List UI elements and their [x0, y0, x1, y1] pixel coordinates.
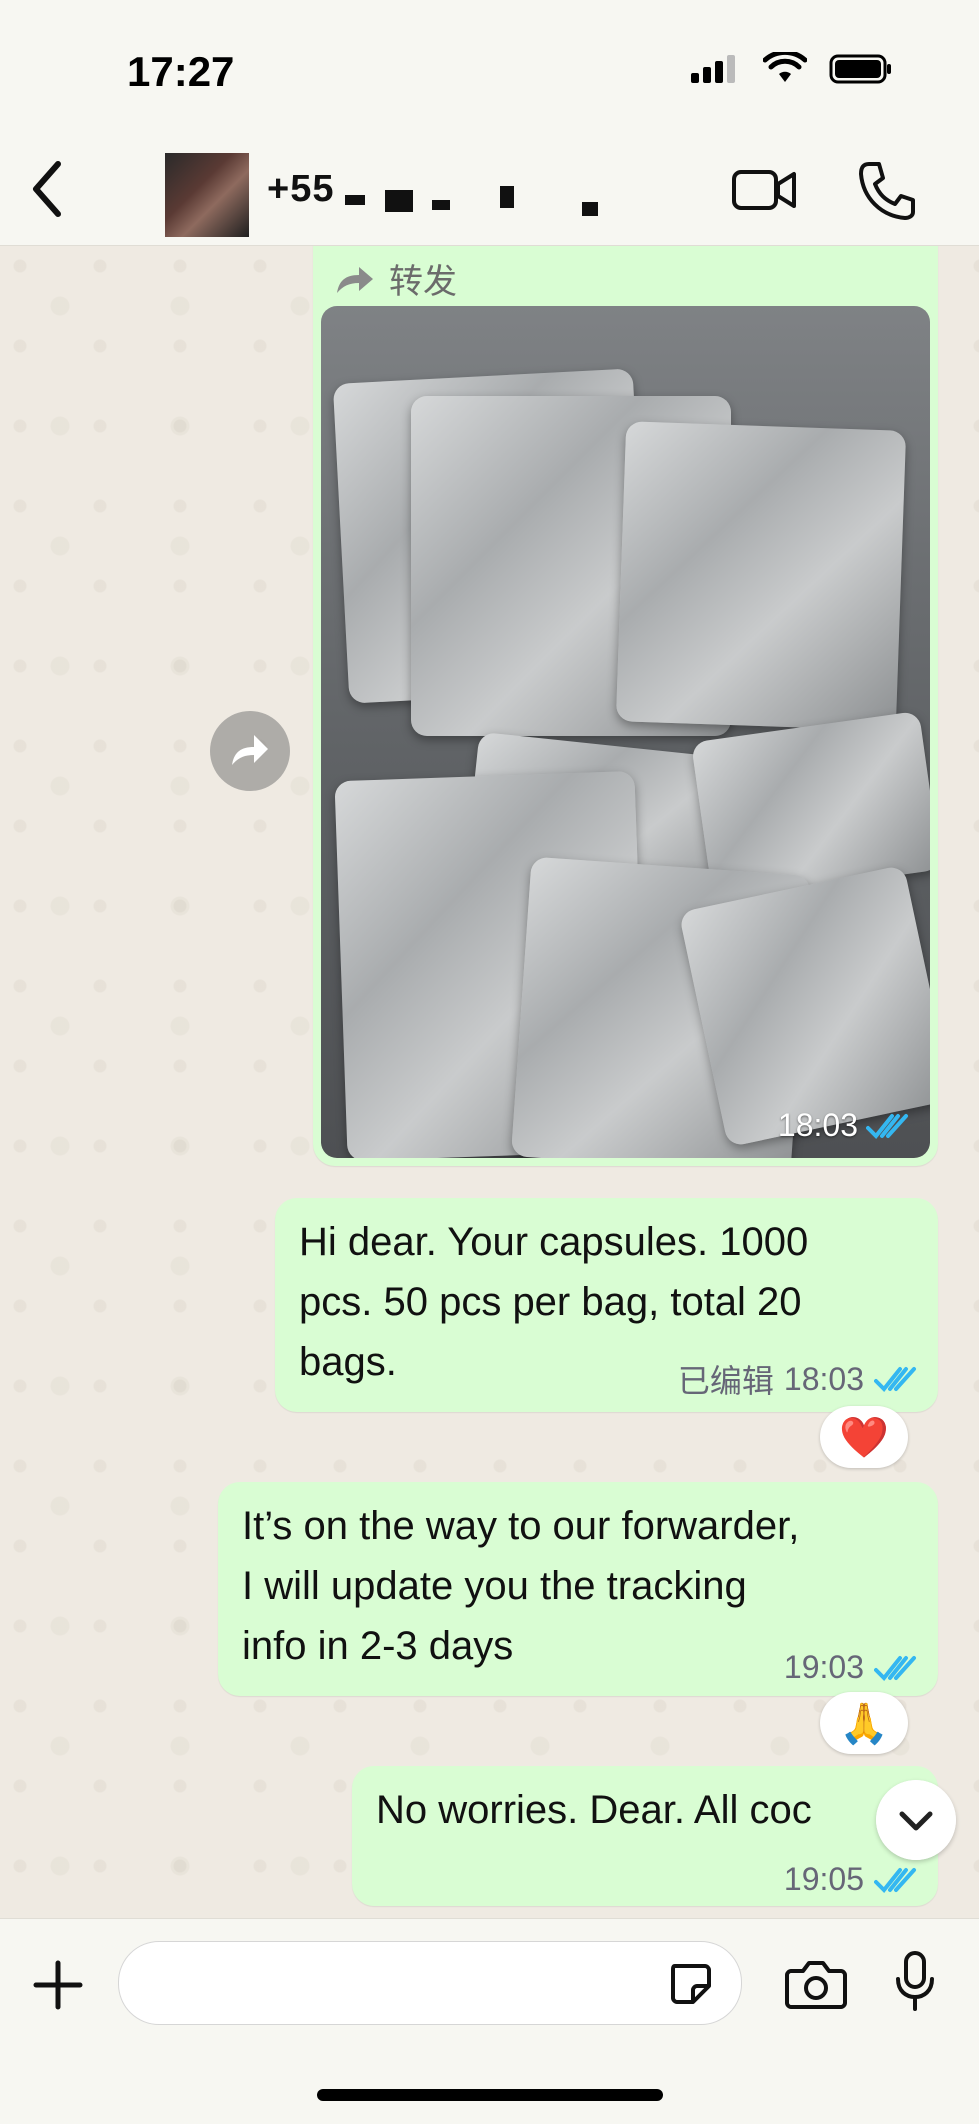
message-bubble-1[interactable]: Hi dear. Your capsules. 1000 pcs. 50 pcs…	[275, 1198, 938, 1412]
message-time: 19:05	[783, 1861, 864, 1897]
message-bubble-3[interactable]: No worries. Dear. All coc 19:05	[352, 1766, 938, 1906]
forward-arrow-icon	[337, 266, 373, 293]
double-check-icon	[874, 1867, 916, 1893]
photo-attachment[interactable]: 18:03	[321, 306, 930, 1158]
forward-share-button[interactable]	[210, 711, 290, 791]
forwarded-text: 转发	[389, 263, 457, 301]
redaction-mark	[385, 190, 413, 212]
home-indicator	[317, 2089, 663, 2101]
double-check-icon	[874, 1655, 916, 1681]
redaction-mark	[345, 195, 365, 205]
forwarded-label: 转发	[335, 254, 457, 303]
battery-icon	[829, 54, 891, 84]
camera-icon[interactable]	[785, 1957, 847, 2011]
photo-time-text: 18:03	[777, 1107, 858, 1143]
message-line: info in 2-3 days	[242, 1624, 514, 1668]
message-text: No worries. Dear. All coc	[376, 1780, 812, 1840]
redaction-mark	[582, 202, 598, 216]
photo-bag	[615, 421, 907, 731]
message-time: 18:03	[783, 1360, 864, 1397]
photo-timestamp: 18:03	[778, 1107, 910, 1144]
signal-icon	[691, 55, 735, 83]
plus-icon[interactable]	[30, 1957, 86, 2013]
forwarded-photo-message[interactable]: 转发 18:03	[313, 246, 938, 1166]
wifi-icon	[763, 52, 807, 82]
reaction-heart[interactable]: ❤️	[820, 1406, 908, 1468]
double-check-icon	[874, 1367, 916, 1392]
input-bar	[0, 1918, 979, 2124]
scroll-down-button[interactable]	[876, 1780, 956, 1860]
sticker-icon[interactable]	[667, 1960, 713, 2006]
status-bar: 17:27	[0, 0, 979, 140]
message-line: It’s on the way to our forwarder,	[242, 1504, 800, 1548]
chat-area[interactable]: 转发 18:03 Hi dear. Your capsules. 1000 pc…	[0, 246, 979, 1918]
message-meta: 已编辑 18:03	[678, 1356, 918, 1402]
back-chevron-icon[interactable]	[18, 154, 78, 224]
status-time: 17:27	[127, 48, 235, 95]
redaction-mark	[432, 200, 450, 210]
message-line: I will update you the tracking	[242, 1564, 747, 1608]
double-check-icon	[866, 1113, 908, 1139]
phone-icon[interactable]	[855, 158, 915, 222]
message-line: pcs. 50 pcs per bag, total 20	[299, 1280, 802, 1324]
microphone-icon[interactable]	[893, 1949, 937, 2015]
reaction-pray[interactable]: 🙏	[820, 1692, 908, 1754]
contact-name[interactable]: +55	[267, 168, 334, 211]
message-meta: 19:05	[784, 1861, 918, 1898]
message-text: It’s on the way to our forwarder, I will…	[242, 1496, 799, 1676]
video-camera-icon[interactable]	[730, 162, 800, 218]
message-meta: 19:03	[784, 1649, 918, 1686]
avatar[interactable]	[165, 153, 249, 237]
redaction-mark	[500, 186, 514, 208]
message-time: 19:03	[783, 1649, 864, 1685]
chat-header: +55	[0, 140, 979, 246]
status-icons	[689, 52, 893, 86]
edited-label: 已编辑	[677, 1363, 774, 1399]
message-line: Hi dear. Your capsules. 1000	[299, 1220, 809, 1264]
message-bubble-2[interactable]: It’s on the way to our forwarder, I will…	[218, 1482, 938, 1696]
message-input[interactable]	[118, 1941, 742, 2025]
message-line: No worries. Dear. All coc	[376, 1788, 812, 1832]
